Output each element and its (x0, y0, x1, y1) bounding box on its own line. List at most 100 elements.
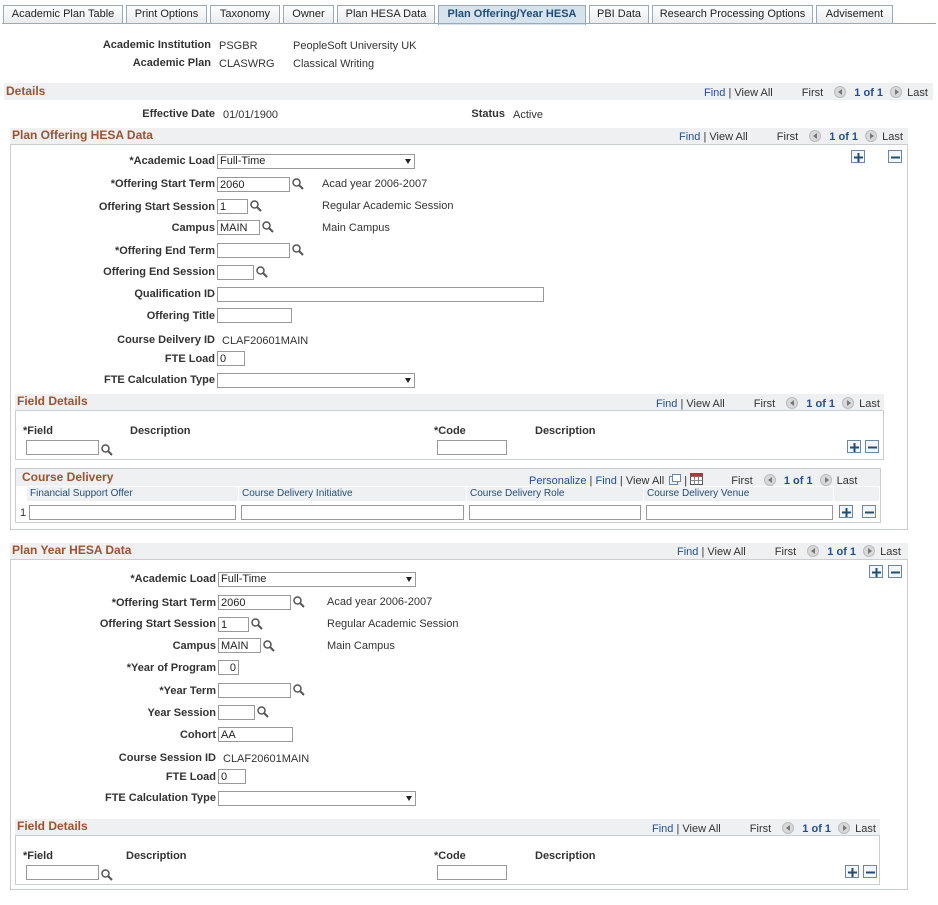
cd-view-all-link[interactable]: View All (626, 475, 664, 487)
details-next-icon[interactable] (890, 86, 903, 98)
tab-academic-plan-table[interactable]: Academic Plan Table (3, 5, 123, 24)
off-acad-load-label: *Academic Load (129, 155, 215, 167)
fd2-next-icon[interactable] (838, 822, 851, 834)
yr-year-session-search-icon[interactable] (257, 706, 269, 718)
yr-year-session-label: Year Session (147, 707, 217, 719)
cd-first: First (731, 475, 753, 487)
off-qual-input[interactable] (217, 287, 544, 302)
fd2-delete-row-icon[interactable] (863, 865, 877, 878)
tab-research-processing-options[interactable]: Research Processing Options (652, 5, 813, 24)
fd2-prev-icon[interactable] (782, 822, 795, 834)
offering-nav: Find | View All First 1 of 1 Last (679, 130, 903, 143)
tab-advisement[interactable]: Advisement (816, 5, 893, 24)
off-fte-input[interactable] (217, 351, 245, 366)
off-start-term-input[interactable] (217, 177, 290, 192)
cd-delivery-initiative-input[interactable] (241, 505, 464, 520)
off-end-term-input[interactable] (217, 243, 290, 258)
off-campus-search-icon[interactable] (262, 221, 274, 233)
cd-personalize-link[interactable]: Personalize (529, 475, 586, 487)
off-end-term-search-icon[interactable] (292, 244, 304, 256)
cd-add-row-icon[interactable] (839, 505, 853, 518)
yr-start-session-input[interactable] (218, 617, 249, 632)
off-acad-load-select[interactable]: Full-Time (217, 154, 415, 169)
tab-taxonomy[interactable]: Taxonomy (210, 5, 280, 24)
yr-campus-input[interactable] (218, 638, 261, 653)
yr-acad-load-select[interactable]: Full-Time (218, 572, 416, 587)
fd1-field-search-icon[interactable] (101, 444, 113, 456)
yr-year-term-input[interactable] (218, 683, 291, 698)
off-start-term-desc: Acad year 2006-2007 (322, 178, 428, 190)
yr-year-prog-input[interactable] (218, 660, 239, 675)
fd2-view-all-link[interactable]: View All (682, 823, 720, 835)
year-find-link[interactable]: Find (677, 546, 698, 558)
yr-year-session-input[interactable] (218, 705, 255, 720)
cd-delivery-role-input[interactable] (469, 505, 641, 520)
fd2-add-row-icon[interactable] (845, 865, 859, 878)
fd2-field-search-icon[interactable] (101, 869, 113, 881)
details-view-all-link[interactable]: View All (734, 87, 772, 99)
cd-delivery-venue-input[interactable] (646, 505, 833, 520)
off-title-input[interactable] (217, 308, 292, 323)
offering-add-row-icon[interactable] (851, 150, 865, 163)
fd1-view-all-link[interactable]: View All (686, 398, 724, 410)
cd-next-icon[interactable] (819, 474, 832, 486)
offering-view-all-link[interactable]: View All (709, 131, 747, 143)
year-view-all-link[interactable]: View All (707, 546, 745, 558)
year-count: 1 of 1 (827, 546, 857, 558)
details-prev-icon[interactable] (834, 86, 847, 98)
cd-download-icon[interactable] (690, 473, 704, 485)
tab-print-options[interactable]: Print Options (126, 5, 207, 24)
yr-fte-calc-select[interactable] (218, 791, 416, 806)
details-find-link[interactable]: Find (704, 87, 725, 99)
cd-col-delivery-venue[interactable]: Course Delivery Venue (644, 487, 834, 501)
yr-session-id-value: CLAF20601MAIN (223, 753, 310, 765)
yr-cohort-input[interactable] (218, 727, 293, 742)
yr-start-term-search-icon[interactable] (293, 596, 305, 608)
yr-fte-input[interactable] (218, 769, 246, 784)
fd2-field-input[interactable] (26, 865, 99, 880)
offering-find-link[interactable]: Find (679, 131, 700, 143)
offering-next-icon[interactable] (865, 130, 878, 142)
fd1-add-row-icon[interactable] (847, 440, 861, 453)
cd-col-delivery-role[interactable]: Course Delivery Role (467, 487, 644, 501)
tab-pbi-data[interactable]: PBI Data (589, 5, 649, 24)
off-campus-input[interactable] (217, 220, 260, 235)
status-value: Active (513, 109, 543, 121)
off-end-session-search-icon[interactable] (256, 266, 268, 278)
cd-col-financial-support[interactable]: Financial Support Offer (27, 487, 239, 501)
yr-campus-search-icon[interactable] (263, 640, 275, 652)
tab-plan-offering-year-hesa[interactable]: Plan Offering/Year HESA (438, 5, 586, 25)
off-start-term-search-icon[interactable] (292, 178, 304, 190)
fd1-prev-icon[interactable] (786, 397, 799, 409)
fd1-find-link[interactable]: Find (656, 398, 677, 410)
off-fte-calc-select[interactable] (217, 373, 415, 388)
yr-year-term-search-icon[interactable] (293, 684, 305, 696)
fd2-find-link[interactable]: Find (652, 823, 673, 835)
cd-delete-row-icon[interactable] (862, 505, 876, 518)
tab-owner[interactable]: Owner (283, 5, 334, 24)
yr-start-session-search-icon[interactable] (251, 618, 263, 630)
off-start-session-search-icon[interactable] (250, 200, 262, 212)
offering-prev-icon[interactable] (809, 130, 822, 142)
cd-financial-support-input[interactable] (29, 505, 236, 520)
fd1-field-input[interactable] (26, 440, 99, 455)
year-next-icon[interactable] (863, 545, 876, 557)
year-add-row-icon[interactable] (869, 565, 883, 578)
cd-find-link[interactable]: Find (595, 475, 616, 487)
offering-delete-row-icon[interactable] (888, 150, 902, 163)
tab-plan-hesa-data[interactable]: Plan HESA Data (337, 5, 435, 24)
plan-code: CLASWRG (219, 58, 275, 70)
off-end-session-input[interactable] (217, 265, 254, 280)
year-delete-row-icon[interactable] (888, 565, 902, 578)
cd-col-delivery-initiative[interactable]: Course Delivery Initiative (239, 487, 467, 501)
fd1-delete-row-icon[interactable] (865, 440, 879, 453)
cd-zoom-icon[interactable] (669, 474, 682, 485)
cd-nav: Personalize | Find | View All | First 1 … (529, 473, 858, 487)
fd1-next-icon[interactable] (842, 397, 855, 409)
year-prev-icon[interactable] (807, 545, 820, 557)
fd2-code-input[interactable] (437, 865, 507, 880)
yr-start-term-input[interactable] (218, 595, 291, 610)
off-start-session-input[interactable] (217, 199, 248, 214)
fd1-code-input[interactable] (437, 440, 507, 455)
cd-prev-icon[interactable] (763, 474, 776, 486)
